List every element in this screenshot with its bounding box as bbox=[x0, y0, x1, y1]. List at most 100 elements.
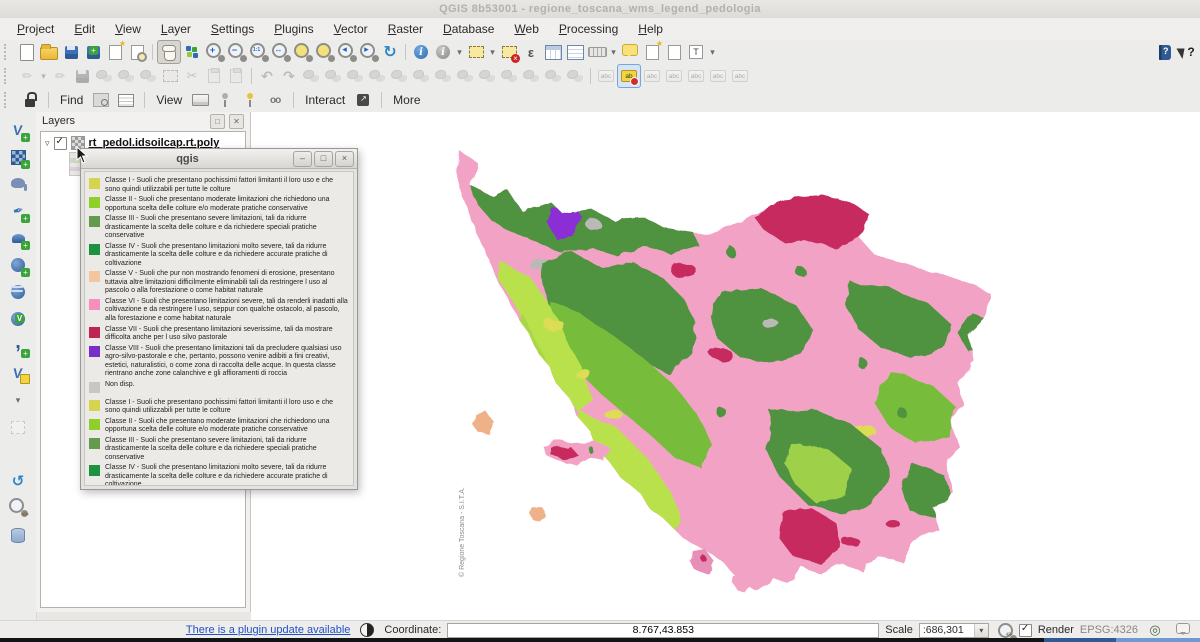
run-feature-action-icon[interactable] bbox=[432, 41, 454, 63]
scale-combo[interactable]: :686,301 ▾ bbox=[919, 623, 989, 638]
add-wfs-layer-icon[interactable] bbox=[6, 307, 30, 331]
rotate-feature-icon[interactable] bbox=[300, 65, 322, 87]
plugin-swirl-icon[interactable] bbox=[6, 469, 30, 493]
find-search-icon[interactable] bbox=[90, 89, 112, 111]
label-options-icon[interactable] bbox=[617, 64, 641, 88]
menu-processing[interactable]: Processing bbox=[550, 20, 627, 38]
add-vector-layer-icon[interactable] bbox=[6, 118, 30, 142]
interact-label[interactable]: Interact bbox=[301, 93, 349, 107]
magnifier-edit-icon[interactable] bbox=[995, 621, 1013, 639]
menu-layer[interactable]: Layer bbox=[152, 20, 200, 38]
interact-icon[interactable] bbox=[352, 89, 374, 111]
add-postgis-layer-icon[interactable] bbox=[6, 172, 30, 196]
toggle-editing-icon[interactable] bbox=[49, 65, 71, 87]
zoom-next-icon[interactable] bbox=[357, 41, 379, 63]
offset-curve-icon[interactable] bbox=[476, 65, 498, 87]
metasearch-icon[interactable] bbox=[6, 496, 30, 520]
paste-features-icon[interactable] bbox=[225, 65, 247, 87]
current-edits-icon[interactable] bbox=[16, 65, 38, 87]
render-checkbox[interactable] bbox=[1019, 624, 1032, 637]
dropdown-icon[interactable] bbox=[454, 41, 465, 63]
find-grid-icon[interactable] bbox=[115, 89, 137, 111]
chevron-down-icon[interactable]: ▾ bbox=[974, 624, 988, 637]
maximize-icon[interactable]: □ bbox=[314, 151, 333, 167]
delete-part-icon[interactable] bbox=[432, 65, 454, 87]
new-bookmark-icon[interactable] bbox=[641, 41, 663, 63]
merge-features-icon[interactable] bbox=[542, 65, 564, 87]
new-shapefile-layer-icon[interactable] bbox=[6, 361, 30, 385]
link-icon[interactable] bbox=[264, 89, 286, 111]
zoom-to-layer-icon[interactable] bbox=[291, 41, 313, 63]
layer-labeling-icon[interactable] bbox=[595, 65, 617, 87]
map-canvas[interactable]: © Regione Toscana - S.I.T.A. bbox=[251, 112, 1200, 620]
more-label[interactable]: More bbox=[389, 93, 424, 107]
pan-map-icon[interactable] bbox=[157, 40, 181, 64]
plugin-update-link[interactable]: There is a plugin update available bbox=[186, 624, 351, 636]
pin-labels-icon[interactable] bbox=[641, 65, 663, 87]
crs-status[interactable]: EPSG:4326 bbox=[1080, 624, 1138, 636]
find-label[interactable]: Find bbox=[56, 93, 87, 107]
simplify-feature-icon[interactable] bbox=[322, 65, 344, 87]
open-attribute-table-icon[interactable] bbox=[542, 41, 564, 63]
rotate-label-icon[interactable] bbox=[707, 65, 729, 87]
measure-icon[interactable] bbox=[586, 41, 608, 63]
statistical-summary-icon[interactable] bbox=[564, 41, 586, 63]
menu-project[interactable]: Project bbox=[8, 20, 63, 38]
add-wcs-layer-icon[interactable] bbox=[6, 280, 30, 304]
refresh-map-icon[interactable] bbox=[379, 41, 401, 63]
dialog-titlebar[interactable]: qgis – □ × bbox=[81, 149, 357, 169]
text-annotation-icon[interactable] bbox=[685, 41, 707, 63]
zoom-full-icon[interactable] bbox=[269, 41, 291, 63]
copy-features-icon[interactable] bbox=[203, 65, 225, 87]
delete-selected-icon[interactable] bbox=[159, 65, 181, 87]
toolbar-handle[interactable] bbox=[4, 44, 12, 60]
close-icon[interactable]: × bbox=[335, 151, 354, 167]
new-print-layout-icon[interactable] bbox=[104, 41, 126, 63]
zoom-to-selection-icon[interactable] bbox=[313, 41, 335, 63]
add-spatialite-layer-icon[interactable] bbox=[6, 199, 30, 223]
fill-ring-icon[interactable] bbox=[388, 65, 410, 87]
zoom-last-icon[interactable] bbox=[335, 41, 357, 63]
split-parts-icon[interactable] bbox=[520, 65, 542, 87]
add-ring-icon[interactable] bbox=[344, 65, 366, 87]
zoom-out-icon[interactable] bbox=[225, 41, 247, 63]
menu-vector[interactable]: Vector bbox=[325, 20, 377, 38]
split-features-icon[interactable] bbox=[498, 65, 520, 87]
save-project-as-icon[interactable] bbox=[82, 41, 104, 63]
menu-plugins[interactable]: Plugins bbox=[265, 20, 322, 38]
undo-icon[interactable] bbox=[256, 65, 278, 87]
add-part-icon[interactable] bbox=[366, 65, 388, 87]
save-project-icon[interactable] bbox=[60, 41, 82, 63]
dropdown-icon[interactable] bbox=[608, 41, 619, 63]
toolbar-handle[interactable] bbox=[4, 68, 12, 84]
pin-yellow-icon[interactable] bbox=[239, 89, 261, 111]
deselect-features-icon[interactable] bbox=[498, 41, 520, 63]
new-project-icon[interactable] bbox=[16, 41, 38, 63]
layout-manager-icon[interactable] bbox=[126, 41, 148, 63]
new-temporary-scratch-layer-icon[interactable] bbox=[6, 415, 30, 439]
window-titlebar[interactable]: QGIS 8b53001 - regione_toscana_wms_legen… bbox=[0, 0, 1200, 18]
move-label-icon[interactable] bbox=[685, 65, 707, 87]
pan-to-selection-icon[interactable] bbox=[181, 41, 203, 63]
redo-icon[interactable] bbox=[278, 65, 300, 87]
add-mssql-layer-icon[interactable] bbox=[6, 226, 30, 250]
db-manager-icon[interactable] bbox=[6, 523, 30, 547]
select-by-expression-icon[interactable] bbox=[520, 41, 542, 63]
zoom-native-resolution-icon[interactable] bbox=[247, 41, 269, 63]
select-features-icon[interactable] bbox=[465, 41, 487, 63]
trim-extend-icon[interactable] bbox=[564, 65, 586, 87]
coordinate-input[interactable] bbox=[447, 623, 879, 638]
map-tips-icon[interactable] bbox=[619, 41, 641, 63]
menu-help[interactable]: Help bbox=[629, 20, 672, 38]
vertex-tool-icon[interactable] bbox=[137, 65, 159, 87]
show-bookmarks-icon[interactable] bbox=[663, 41, 685, 63]
menu-web[interactable]: Web bbox=[505, 20, 547, 38]
save-layer-edits-icon[interactable] bbox=[71, 65, 93, 87]
pin-gray-icon[interactable] bbox=[214, 89, 236, 111]
cut-features-icon[interactable] bbox=[181, 65, 203, 87]
highlight-pinned-labels-icon[interactable] bbox=[663, 65, 685, 87]
zoom-in-icon[interactable] bbox=[203, 41, 225, 63]
change-label-icon[interactable] bbox=[729, 65, 751, 87]
add-polygon-feature-icon[interactable] bbox=[115, 65, 137, 87]
menu-settings[interactable]: Settings bbox=[202, 20, 263, 38]
